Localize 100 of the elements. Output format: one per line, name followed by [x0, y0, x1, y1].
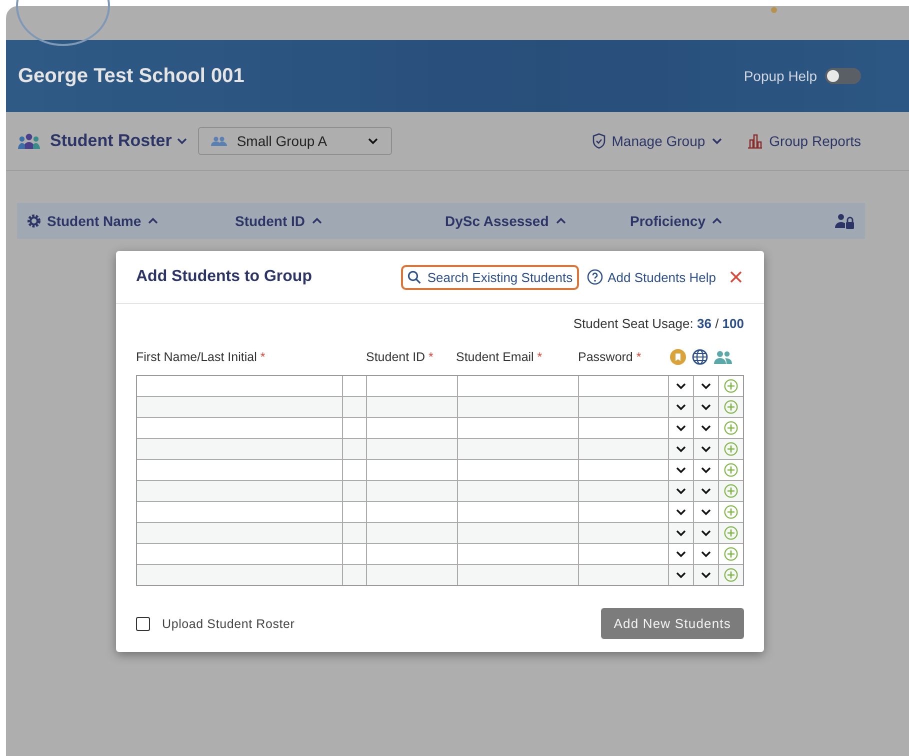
dropdown-toggle[interactable] — [669, 376, 694, 397]
popup-help-toggle[interactable] — [825, 68, 861, 84]
input-field[interactable] — [137, 565, 343, 585]
dropdown-toggle[interactable] — [669, 523, 694, 544]
dropdown-toggle[interactable] — [694, 418, 719, 439]
input-field[interactable] — [458, 565, 579, 585]
input-field[interactable] — [458, 544, 579, 565]
dropdown-toggle[interactable] — [669, 481, 694, 502]
input-field[interactable] — [367, 502, 458, 523]
chevron-down-icon — [700, 507, 712, 517]
dropdown-toggle[interactable] — [694, 502, 719, 523]
input-field[interactable] — [137, 544, 343, 565]
dropdown-toggle[interactable] — [669, 418, 694, 439]
input-field[interactable] — [458, 376, 579, 397]
manage-group-dropdown[interactable]: Manage Group — [592, 133, 724, 149]
chevron-down-icon — [711, 136, 724, 146]
dropdown-toggle[interactable] — [669, 397, 694, 418]
input-field[interactable] — [367, 544, 458, 565]
input-field[interactable] — [579, 439, 669, 460]
input-field[interactable] — [458, 418, 579, 439]
input-field[interactable] — [367, 439, 458, 460]
input-field[interactable] — [137, 418, 343, 439]
chevron-down-icon — [366, 136, 379, 146]
dropdown-toggle[interactable] — [694, 397, 719, 418]
upload-checkbox[interactable] — [136, 616, 150, 630]
input-field[interactable] — [343, 439, 367, 460]
input-field[interactable] — [367, 460, 458, 481]
dropdown-toggle[interactable] — [694, 439, 719, 460]
input-field[interactable] — [343, 481, 367, 502]
dropdown-toggle[interactable] — [694, 460, 719, 481]
student-roster-dropdown[interactable]: Student Roster — [50, 131, 188, 151]
input-field[interactable] — [137, 376, 343, 397]
input-field[interactable] — [137, 439, 343, 460]
input-field[interactable] — [367, 565, 458, 585]
shield-check-icon — [592, 133, 606, 149]
input-field[interactable] — [458, 397, 579, 418]
input-field[interactable] — [367, 376, 458, 397]
input-field[interactable] — [579, 376, 669, 397]
chevron-down-icon — [675, 402, 687, 412]
close-button[interactable] — [730, 271, 742, 283]
search-existing-students-button[interactable]: Search Existing Students — [401, 264, 579, 290]
input-field[interactable] — [458, 523, 579, 544]
input-field[interactable] — [367, 523, 458, 544]
add-students-help-link[interactable]: Add Students Help — [586, 269, 716, 285]
column-header[interactable]: Proficiency — [630, 213, 835, 229]
help-icon — [586, 269, 603, 285]
input-field[interactable] — [458, 439, 579, 460]
dropdown-toggle[interactable] — [694, 481, 719, 502]
input-field[interactable] — [579, 523, 669, 544]
input-field[interactable] — [343, 544, 367, 565]
input-field[interactable] — [137, 481, 343, 502]
input-field[interactable] — [579, 544, 669, 565]
input-field[interactable] — [343, 523, 367, 544]
input-field[interactable] — [579, 502, 669, 523]
input-field[interactable] — [343, 397, 367, 418]
dropdown-toggle[interactable] — [694, 565, 719, 585]
dropdown-toggle[interactable] — [669, 460, 694, 481]
group-select[interactable]: Small Group A — [198, 127, 392, 155]
input-field[interactable] — [579, 565, 669, 585]
input-field[interactable] — [579, 460, 669, 481]
dropdown-toggle[interactable] — [669, 502, 694, 523]
input-field[interactable] — [343, 376, 367, 397]
input-field[interactable] — [137, 397, 343, 418]
input-field[interactable] — [579, 397, 669, 418]
dropdown-toggle[interactable] — [694, 376, 719, 397]
dropdown-toggle[interactable] — [669, 544, 694, 565]
column-header[interactable]: DySc Assessed — [445, 213, 630, 229]
dropdown-toggle[interactable] — [669, 439, 694, 460]
chevron-down-icon — [700, 381, 712, 391]
input-field[interactable] — [137, 523, 343, 544]
input-field[interactable] — [343, 502, 367, 523]
input-field[interactable] — [137, 502, 343, 523]
input-field[interactable] — [579, 418, 669, 439]
input-field[interactable] — [458, 481, 579, 502]
input-field[interactable] — [343, 418, 367, 439]
input-field[interactable] — [343, 565, 367, 585]
input-field[interactable] — [367, 418, 458, 439]
dropdown-toggle[interactable] — [694, 544, 719, 565]
seat-usage-text: Student Seat Usage: 36 / 100 — [573, 316, 744, 331]
column-label: Student ID * — [366, 350, 434, 364]
input-field[interactable] — [458, 502, 579, 523]
dropdown-toggle[interactable] — [669, 565, 694, 585]
input-field[interactable] — [137, 460, 343, 481]
input-field[interactable] — [579, 481, 669, 502]
plus-circle-icon — [724, 484, 738, 498]
column-header[interactable]: Student ID — [235, 213, 445, 229]
globe-icon — [692, 349, 708, 365]
group-reports-link[interactable]: Group Reports — [747, 133, 861, 149]
chevron-down-icon — [675, 486, 687, 496]
input-field[interactable] — [458, 460, 579, 481]
column-header[interactable]: Student Name — [27, 213, 235, 229]
chevron-down-icon — [675, 423, 687, 433]
input-field[interactable] — [367, 481, 458, 502]
add-new-students-button[interactable]: Add New Students — [600, 608, 744, 639]
people-icon — [210, 136, 227, 146]
input-field[interactable] — [367, 397, 458, 418]
input-field[interactable] — [343, 460, 367, 481]
search-icon — [407, 270, 422, 284]
dropdown-toggle[interactable] — [694, 523, 719, 544]
column-label: Student Email * — [456, 350, 544, 364]
